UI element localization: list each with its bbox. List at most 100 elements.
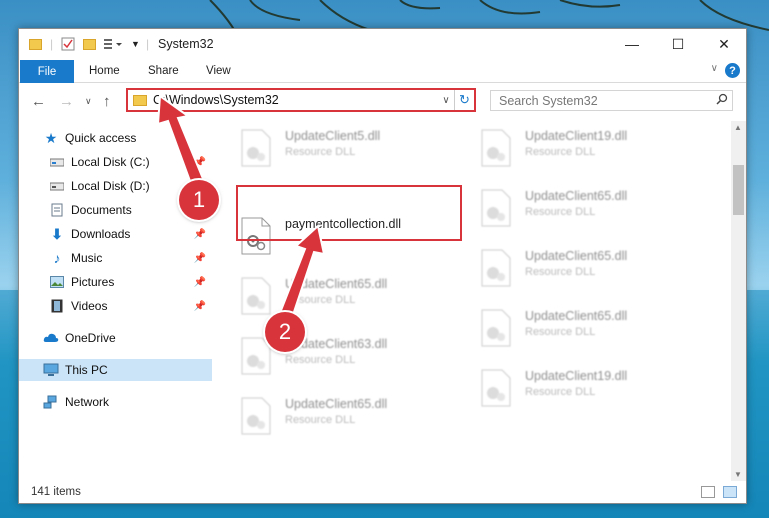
file-name: UpdateClient5.dll bbox=[285, 129, 381, 143]
drive-icon bbox=[49, 155, 65, 169]
list-item[interactable]: UpdateClient65.dll Resource DLL bbox=[241, 395, 471, 443]
search-box[interactable]: Search System32 bbox=[490, 90, 733, 111]
ribbon: File Home Share View ∨ ? bbox=[19, 59, 746, 83]
music-icon: ♪ bbox=[53, 250, 61, 266]
pictures-icon bbox=[49, 275, 65, 289]
large-icons-view-icon[interactable] bbox=[723, 486, 737, 498]
tab-file[interactable]: File bbox=[20, 60, 74, 83]
file-name: UpdateClient65.dll bbox=[285, 277, 388, 291]
dll-file-icon bbox=[481, 189, 515, 229]
separator: | bbox=[50, 37, 54, 51]
dll-file-icon bbox=[241, 129, 275, 169]
file-type: Resource DLL bbox=[525, 266, 596, 278]
pin-icon[interactable]: 📌 bbox=[194, 301, 206, 312]
search-input[interactable]: Search System32 bbox=[499, 94, 716, 108]
navigation-bar: ← → ∨ ↑ C:\Windows\System32 ∨ ↻ Search S… bbox=[19, 84, 746, 118]
file-type: Resource DLL bbox=[285, 294, 356, 306]
back-button[interactable]: ← bbox=[31, 93, 46, 110]
sidebar-item-pictures[interactable]: Pictures 📌 bbox=[19, 271, 212, 293]
file-name: UpdateClient19.dll bbox=[525, 369, 628, 383]
navigation-pane: ★ Quick access Local Disk (C:) 📌 Local D… bbox=[19, 121, 212, 481]
file-name: UpdateClient65.dll bbox=[525, 249, 628, 263]
pin-icon[interactable]: 📌 bbox=[194, 277, 206, 288]
step-1-badge: 1 bbox=[179, 180, 219, 220]
file-name: UpdateClient65.dll bbox=[525, 309, 628, 323]
recent-locations-icon[interactable]: ∨ bbox=[85, 96, 92, 107]
refresh-icon[interactable]: ↻ bbox=[454, 90, 474, 110]
sidebar-item-downloads[interactable]: ⬇ Downloads 📌 bbox=[19, 223, 212, 245]
scroll-down-icon[interactable]: ▼ bbox=[734, 470, 742, 479]
computer-icon bbox=[43, 363, 59, 377]
sidebar-item-network[interactable]: Network bbox=[19, 391, 212, 413]
sidebar-item-onedrive[interactable]: OneDrive bbox=[19, 327, 212, 349]
new-folder-icon[interactable] bbox=[83, 36, 96, 52]
file-name: UpdateClient65.dll bbox=[285, 397, 388, 411]
documents-icon bbox=[49, 203, 65, 217]
sidebar-item-quick-access[interactable]: ★ Quick access bbox=[19, 127, 212, 149]
expand-ribbon-icon[interactable]: ∨ bbox=[711, 63, 718, 74]
step-2-badge: 2 bbox=[265, 312, 305, 352]
dll-file-icon bbox=[481, 309, 515, 349]
folder-icon bbox=[29, 36, 42, 52]
list-item[interactable]: UpdateClient5.dll Resource DLL bbox=[241, 127, 471, 175]
forward-button[interactable]: → bbox=[59, 93, 74, 110]
file-name: UpdateClient65.dll bbox=[525, 189, 628, 203]
customize-toolbar-icon[interactable] bbox=[103, 36, 125, 52]
scroll-up-icon[interactable]: ▲ bbox=[734, 123, 742, 132]
file-name: UpdateClient19.dll bbox=[525, 129, 628, 143]
download-icon: ⬇ bbox=[51, 225, 63, 242]
sidebar-item-music[interactable]: ♪ Music 📌 bbox=[19, 247, 212, 269]
sidebar-item-this-pc[interactable]: This PC bbox=[19, 359, 212, 381]
minimize-button[interactable]: — bbox=[609, 29, 655, 59]
file-list: UpdateClient5.dll Resource DLL paymentcol… bbox=[225, 121, 731, 473]
videos-icon bbox=[49, 299, 65, 313]
pin-icon[interactable]: 📌 bbox=[194, 157, 206, 168]
search-icon bbox=[716, 93, 732, 108]
drive-icon bbox=[49, 179, 65, 193]
dll-file-icon bbox=[481, 249, 515, 289]
file-type: Resource DLL bbox=[525, 146, 596, 158]
maximize-button[interactable]: ☐ bbox=[655, 29, 701, 59]
separator: | bbox=[146, 37, 150, 51]
address-path[interactable]: C:\Windows\System32 bbox=[153, 93, 438, 107]
list-item[interactable]: UpdateClient65.dll Resource DLL bbox=[481, 187, 711, 235]
details-view-icon[interactable] bbox=[701, 486, 715, 498]
file-highlight-box bbox=[236, 185, 462, 241]
tab-view[interactable]: View bbox=[206, 65, 231, 77]
close-button[interactable]: ✕ bbox=[701, 29, 747, 59]
explorer-window: | ▼ | System32 — ☐ ✕ File Home Share Vie… bbox=[18, 28, 747, 504]
scrollbar-thumb[interactable] bbox=[733, 165, 744, 215]
sidebar-item-local-disk-c[interactable]: Local Disk (C:) 📌 bbox=[19, 151, 212, 173]
list-item[interactable]: UpdateClient19.dll Resource DLL bbox=[481, 367, 711, 415]
network-icon bbox=[43, 395, 59, 409]
help-icon[interactable]: ? bbox=[725, 63, 740, 78]
pin-icon[interactable]: 📌 bbox=[194, 229, 206, 240]
window-title: System32 bbox=[158, 37, 214, 51]
chevron-down-icon[interactable]: ▼ bbox=[131, 36, 140, 52]
star-icon: ★ bbox=[44, 129, 58, 146]
file-type: Resource DLL bbox=[285, 146, 356, 158]
file-type: Resource DLL bbox=[525, 206, 596, 218]
file-type: Resource DLL bbox=[525, 386, 596, 398]
file-type: Resource DLL bbox=[285, 354, 356, 366]
tab-share[interactable]: Share bbox=[148, 65, 179, 77]
list-item[interactable]: UpdateClient65.dll Resource DLL bbox=[481, 247, 711, 295]
item-count: 141 items bbox=[31, 486, 81, 498]
dll-file-icon bbox=[481, 129, 515, 169]
list-item[interactable]: UpdateClient65.dll Resource DLL bbox=[481, 307, 711, 355]
up-button[interactable]: ↑ bbox=[103, 93, 111, 110]
vertical-scrollbar[interactable]: ▲ ▼ bbox=[731, 121, 746, 481]
title-bar: | ▼ | System32 — ☐ ✕ bbox=[19, 29, 746, 59]
list-item[interactable]: UpdateClient19.dll Resource DLL bbox=[481, 127, 711, 175]
dll-file-icon bbox=[241, 397, 275, 437]
file-type: Resource DLL bbox=[285, 414, 356, 426]
folder-icon bbox=[133, 94, 147, 106]
sidebar-item-videos[interactable]: Videos 📌 bbox=[19, 295, 212, 317]
tab-home[interactable]: Home bbox=[89, 65, 120, 77]
pin-icon[interactable]: 📌 bbox=[194, 253, 206, 264]
dll-file-icon bbox=[481, 369, 515, 409]
address-bar[interactable]: C:\Windows\System32 ∨ ↻ bbox=[126, 88, 476, 112]
properties-icon[interactable] bbox=[61, 36, 75, 52]
chevron-down-icon[interactable]: ∨ bbox=[438, 95, 454, 106]
cloud-icon bbox=[43, 331, 59, 345]
